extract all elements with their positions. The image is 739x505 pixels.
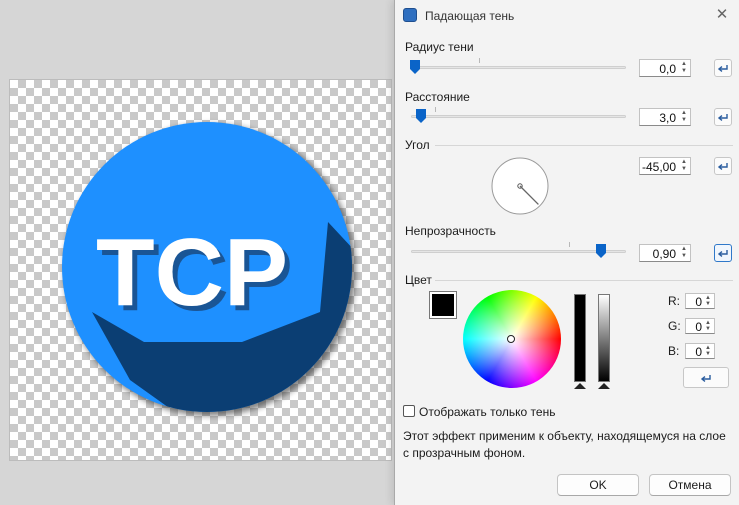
r-value: 0 bbox=[695, 295, 702, 309]
app-icon bbox=[403, 8, 417, 22]
g-input[interactable]: 0 ▲ ▼ bbox=[685, 318, 715, 334]
reset-arrow-icon bbox=[717, 250, 728, 257]
spin-arrows-icon[interactable]: ▲ ▼ bbox=[679, 246, 689, 260]
reset-arrow-icon bbox=[717, 114, 728, 121]
reset-arrow-icon bbox=[717, 163, 728, 170]
spin-arrows-icon[interactable]: ▲ ▼ bbox=[679, 110, 689, 124]
dialog-titlebar: Падающая тень ✕ bbox=[395, 0, 739, 30]
opacity-label: Непрозрачность bbox=[405, 224, 496, 238]
show-shadow-only-label[interactable]: Отображать только тень bbox=[419, 405, 555, 419]
section-separator bbox=[435, 280, 733, 281]
color-swatch[interactable] bbox=[429, 291, 457, 319]
angle-reset-button[interactable] bbox=[714, 157, 732, 175]
slider-tick bbox=[435, 107, 436, 112]
b-input[interactable]: 0 ▲ ▼ bbox=[685, 343, 715, 359]
angle-dial[interactable] bbox=[490, 156, 550, 216]
opacity-value: 0,90 bbox=[652, 247, 676, 261]
opacity-slider-track[interactable] bbox=[411, 250, 626, 253]
distance-input[interactable]: 3,0 ▲ ▼ bbox=[639, 108, 691, 126]
spin-arrows-icon[interactable]: ▲ ▼ bbox=[703, 345, 713, 358]
saturation-bar[interactable] bbox=[574, 294, 586, 382]
opacity-slider-thumb[interactable] bbox=[596, 244, 606, 258]
color-label: Цвет bbox=[405, 273, 432, 287]
opacity-reset-button[interactable] bbox=[714, 244, 732, 262]
color-swatch-fill bbox=[432, 294, 454, 316]
distance-slider-thumb[interactable] bbox=[416, 109, 426, 123]
spin-arrows-icon[interactable]: ▲ ▼ bbox=[703, 320, 713, 333]
g-label: G: bbox=[668, 319, 681, 333]
reset-arrow-icon bbox=[700, 375, 711, 382]
angle-label: Угол bbox=[405, 138, 430, 152]
slider-tick bbox=[569, 242, 570, 247]
section-separator bbox=[435, 145, 733, 146]
logo-text: TCP bbox=[96, 219, 288, 326]
shadow-radius-reset-button[interactable] bbox=[714, 59, 732, 77]
shadow-radius-slider-track[interactable] bbox=[411, 66, 626, 69]
shadow-radius-label: Радиус тени bbox=[405, 40, 474, 54]
distance-label: Расстояние bbox=[405, 90, 470, 104]
b-value: 0 bbox=[695, 345, 702, 359]
canvas-artwork[interactable]: TCP TCP bbox=[10, 80, 391, 460]
angle-value: -45,00 bbox=[641, 160, 676, 174]
drop-shadow-dialog: Падающая тень ✕ Радиус тени 0,0 ▲ ▼ Расст… bbox=[394, 0, 739, 505]
distance-slider-track[interactable] bbox=[411, 115, 626, 118]
color-reset-button[interactable] bbox=[683, 367, 729, 388]
canvas-area: TCP TCP bbox=[0, 0, 395, 505]
spin-arrows-icon[interactable]: ▲ ▼ bbox=[679, 159, 689, 173]
info-text: Этот эффект применим к объекту, находяще… bbox=[403, 429, 726, 460]
r-input[interactable]: 0 ▲ ▼ bbox=[685, 293, 715, 309]
r-label: R: bbox=[668, 294, 680, 308]
value-bar[interactable] bbox=[598, 294, 610, 382]
shadow-radius-slider-thumb[interactable] bbox=[410, 60, 420, 74]
dialog-title: Падающая тень bbox=[425, 9, 515, 23]
reset-arrow-icon bbox=[717, 65, 728, 72]
saturation-bar-marker[interactable] bbox=[574, 383, 586, 389]
shadow-radius-value: 0,0 bbox=[659, 62, 676, 76]
spin-arrows-icon[interactable]: ▲ ▼ bbox=[679, 61, 689, 75]
b-label: B: bbox=[668, 344, 680, 358]
g-value: 0 bbox=[695, 320, 702, 334]
color-wheel-picker[interactable] bbox=[507, 335, 515, 343]
color-wheel[interactable] bbox=[463, 290, 561, 388]
opacity-input[interactable]: 0,90 ▲ ▼ bbox=[639, 244, 691, 262]
spin-arrows-icon[interactable]: ▲ ▼ bbox=[703, 295, 713, 308]
distance-reset-button[interactable] bbox=[714, 108, 732, 126]
shadow-radius-input[interactable]: 0,0 ▲ ▼ bbox=[639, 59, 691, 77]
show-shadow-only-checkbox[interactable] bbox=[403, 405, 415, 417]
angle-input[interactable]: -45,00 ▲ ▼ bbox=[639, 157, 691, 175]
ok-button[interactable]: OK bbox=[557, 474, 639, 496]
slider-tick bbox=[479, 58, 480, 63]
cancel-button[interactable]: Отмена bbox=[649, 474, 731, 496]
distance-value: 3,0 bbox=[659, 111, 676, 125]
value-bar-marker[interactable] bbox=[598, 383, 610, 389]
close-icon[interactable]: ✕ bbox=[712, 5, 732, 25]
